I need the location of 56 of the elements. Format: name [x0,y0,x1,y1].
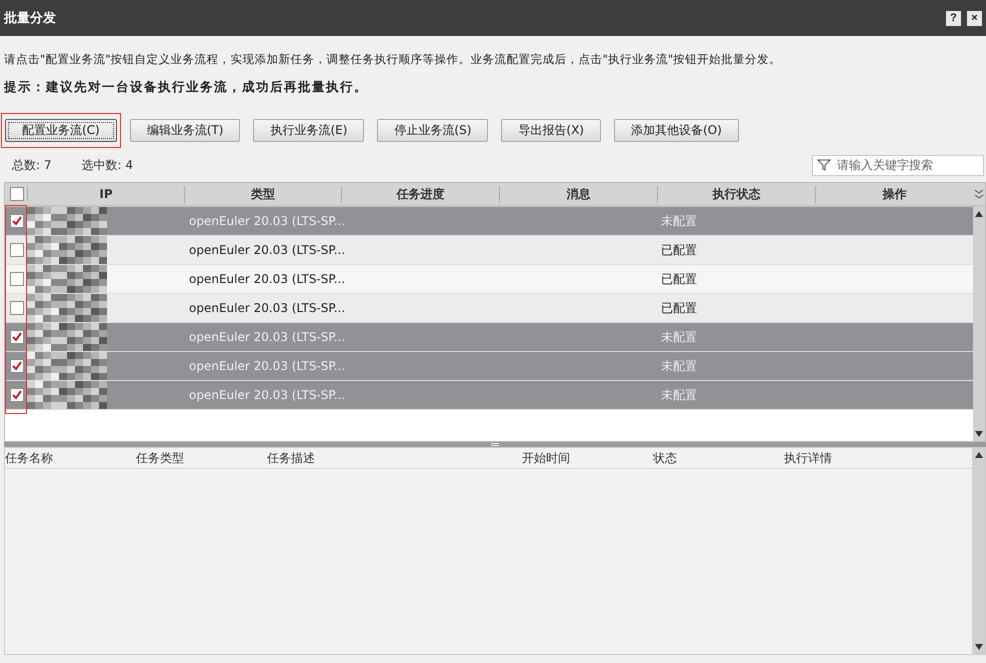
check-icon [12,361,22,371]
column-header[interactable]: 状态 [653,450,784,466]
checkbox[interactable] [10,243,24,257]
total-count: 总数: 7 [12,156,52,174]
check-icon [12,390,22,400]
scrollbar[interactable] [972,448,985,654]
checkbox[interactable] [10,187,24,201]
table-cell-text: 未配置 [660,212,698,230]
checkbox[interactable] [10,330,24,344]
column-header[interactable]: 执行详情 [784,450,972,466]
table-row[interactable]: openEuler 20.03 (LTS-SP... 已配置 [5,236,973,265]
table-row[interactable]: openEuler 20.03 (LTS-SP... 已配置 [5,265,973,294]
column-header[interactable]: 任务进度 [341,186,499,202]
toolbar-button[interactable]: 配置业务流(C) [5,119,117,142]
check-icon [12,216,22,226]
toolbar-button[interactable]: 导出报告(X) [501,119,601,142]
column-header[interactable]: 任务名称 [5,450,136,466]
table-cell-text: 已配置 [660,242,698,258]
column-header[interactable]: 任务类型 [136,450,267,466]
table-cell-text: 已配置 [660,300,698,316]
checkbox[interactable] [10,214,24,228]
help-button[interactable]: ? [946,10,961,26]
selected-count: 选中数: 4 [82,156,133,174]
checkbox[interactable] [10,301,24,315]
table-cell-text: 已配置 [660,270,698,288]
check-icon [12,332,22,342]
scroll-down-icon[interactable] [974,644,982,650]
column-header[interactable]: 开始时间 [522,450,653,466]
tip-text: 提示：建议先对一台设备执行业务流，成功后再批量执行。 [4,79,369,96]
column-header[interactable]: 消息 [499,186,657,202]
checkbox[interactable] [10,272,24,286]
column-header[interactable]: 执行状态 [657,186,815,202]
scroll-up-icon[interactable] [974,452,982,458]
column-header[interactable]: 任务描述 [267,450,522,466]
toolbar-button[interactable]: 编辑业务流(T) [130,119,240,142]
scroll-up-icon[interactable] [975,211,983,217]
column-header[interactable]: 操作 [815,186,973,202]
toolbar-button[interactable]: 执行业务流(E) [253,119,364,142]
close-button[interactable]: × [967,10,982,26]
table-cell-text: 未配置 [660,386,698,404]
checkbox[interactable] [10,359,24,373]
checkbox[interactable] [10,388,24,402]
column-header[interactable]: IP [27,187,184,201]
window-title: 批量分发 [4,10,57,27]
toolbar-button[interactable]: 添加其他设备(O) [614,119,739,142]
toolbar-button[interactable]: 停止业务流(S) [377,119,488,142]
table-row[interactable]: openEuler 20.03 (LTS-SP... 已配置 [5,294,973,323]
scrollbar[interactable] [973,207,985,441]
scroll-down-icon[interactable] [975,431,983,437]
search-field[interactable]: 请输入关键字搜索 [812,154,984,176]
column-header[interactable]: 类型 [184,186,341,202]
instructions-text: 请点击"配置业务流"按钮自定义业务流程，实现添加新任务，调整任务执行顺序等操作。业务流配置完成后，点击"执行业务流"按钮开始批量分发。 [4,52,782,67]
table-cell-text: 未配置 [660,328,698,346]
chevron-down-icon[interactable] [974,188,984,200]
filter-icon [817,158,831,170]
table-cell-text: 未配置 [660,358,698,374]
